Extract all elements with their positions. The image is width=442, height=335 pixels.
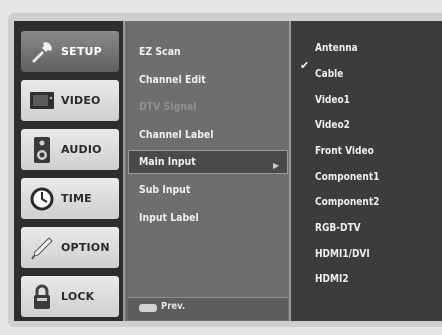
- submenu-item-input-label[interactable]: Input Label: [139, 207, 199, 229]
- sidebar-item-label: VIDEO: [61, 94, 101, 107]
- sidebar-item-time[interactable]: TIME: [21, 178, 119, 219]
- option-item-video1[interactable]: Video1: [315, 89, 350, 111]
- option-item-hdmi2[interactable]: HDMI2: [315, 268, 349, 290]
- sidebar-item-label: AUDIO: [61, 143, 102, 156]
- padlock-icon: [27, 282, 57, 312]
- sidebar-item-lock[interactable]: LOCK: [21, 276, 119, 317]
- submenu-item-dtv-signal: DTV Signal: [139, 100, 197, 113]
- pen-icon: [27, 233, 57, 263]
- option-item-front-video[interactable]: Front Video: [315, 140, 374, 162]
- tv-icon: [27, 86, 57, 116]
- sidebar-item-label: LOCK: [61, 290, 95, 303]
- submenu-panel: EZ Scan Channel Edit DTV Signal Channel …: [125, 21, 289, 321]
- submenu-item-channel-edit[interactable]: Channel Edit: [139, 69, 206, 91]
- option-item-cable[interactable]: Cable: [315, 63, 343, 85]
- option-item-component2[interactable]: Component2: [315, 191, 379, 213]
- sidebar-item-video[interactable]: VIDEO: [21, 80, 119, 121]
- option-item-hdmi1-dvi[interactable]: HDMI1/DVI: [315, 243, 370, 265]
- sidebar-item-label: SETUP: [61, 45, 102, 58]
- checkmark-icon: ✔: [300, 59, 310, 72]
- options-panel: ✔ Antenna Cable Video1 Video2 Front Vide…: [291, 21, 442, 321]
- option-item-component1[interactable]: Component1: [315, 166, 379, 188]
- sidebar-item-label: TIME: [61, 192, 92, 205]
- prev-label: Prev.: [161, 301, 186, 312]
- wrench-icon: [27, 37, 57, 67]
- sidebar-item-setup[interactable]: SETUP: [21, 31, 119, 72]
- submenu-item-channel-label[interactable]: Channel Label: [139, 124, 213, 146]
- sidebar-item-option[interactable]: OPTION: [21, 227, 119, 268]
- option-item-video2[interactable]: Video2: [315, 114, 350, 136]
- clock-icon: [27, 184, 57, 214]
- submenu-item-ez-scan[interactable]: EZ Scan: [139, 41, 181, 63]
- speaker-icon: [27, 135, 57, 165]
- submenu-item-main-input[interactable]: Main Input: [139, 151, 196, 173]
- submenu-item-sub-input[interactable]: Sub Input: [139, 179, 190, 201]
- option-item-rgb-dtv[interactable]: RGB-DTV: [315, 217, 361, 239]
- sidebar: SETUP VIDEO AUDIO TIME OPTION LOCK: [14, 21, 123, 321]
- sidebar-item-label: OPTION: [61, 241, 110, 254]
- chevron-right-icon: ▶: [273, 161, 280, 170]
- prev-button-icon: [139, 304, 157, 312]
- option-item-antenna[interactable]: Antenna: [315, 37, 358, 59]
- sidebar-item-audio[interactable]: AUDIO: [21, 129, 119, 170]
